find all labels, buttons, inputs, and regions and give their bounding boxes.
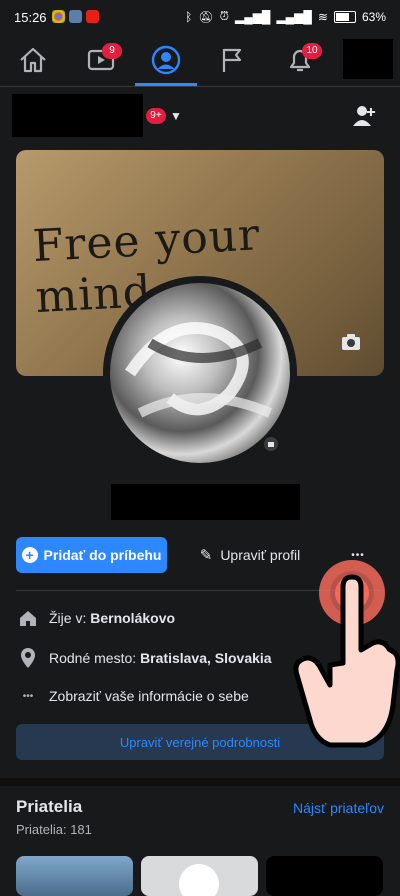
display-name-redacted: [111, 484, 300, 520]
wifi-icon: ≋: [317, 9, 328, 24]
battery-value: 63: [361, 9, 376, 24]
hometown-prefix: Rodné mesto:: [49, 650, 141, 666]
house-icon: [16, 606, 40, 630]
battery-percent: 63%: [361, 9, 386, 24]
signal-icon: ▂▄▆█: [234, 9, 271, 24]
signal-2-icon: ▂▄▆█: [276, 9, 312, 24]
profile-camera-icon[interactable]: [263, 436, 279, 452]
edit-public-details-label: Upraviť verejné podrobnosti: [119, 734, 281, 750]
youtube-app-icon: [86, 10, 99, 23]
location-pin-icon: [16, 646, 40, 670]
mute-icon: 🔕︎: [198, 9, 214, 24]
status-time: 15:26: [14, 10, 47, 25]
lives-prefix: Žije v:: [49, 610, 91, 626]
top-nav-bar: 9 10: [0, 34, 400, 87]
lives-value: Bernolákovo: [90, 610, 176, 626]
alarm-icon: ⏰︎: [219, 9, 229, 23]
profile-picture[interactable]: [103, 276, 297, 470]
default-avatar-icon: [179, 864, 219, 896]
camera-icon[interactable]: [341, 333, 361, 351]
status-icons: ᛒ 🔕︎ ⏰︎ ▂▄▆█ ▂▄▆█ ≋ 63%: [185, 9, 386, 24]
about-info-label: Zobraziť vaše informácie o sebe: [49, 688, 249, 704]
add-person-icon[interactable]: [352, 104, 378, 128]
add-to-story-button[interactable]: + Pridať do príbehu: [16, 537, 167, 573]
friend-thumbnail-redacted: [266, 856, 383, 896]
add-to-story-label: Pridať do príbehu: [43, 547, 162, 563]
status-bar: 15:26 ᛒ 🔕︎ ⏰︎ ▂▄▆█ ▂▄▆█ ≋ 63%: [0, 0, 400, 34]
video-tab[interactable]: 9: [84, 42, 122, 78]
menu-tab-redacted[interactable]: [343, 39, 393, 79]
friend-thumbnail[interactable]: [141, 856, 258, 896]
battery-icon: [333, 10, 356, 23]
notifications-badge: 10: [302, 43, 322, 59]
section-separator: [0, 778, 400, 786]
chevron-down-icon[interactable]: ▼: [170, 109, 182, 123]
pages-tab[interactable]: [214, 42, 250, 78]
chrome-app-icon: [52, 10, 65, 23]
find-friends-link[interactable]: Nájsť priateľov: [293, 800, 384, 816]
friend-thumbnail[interactable]: [16, 856, 133, 896]
bluetooth-icon: ᛒ: [185, 9, 193, 24]
active-tab-indicator: [135, 83, 197, 86]
home-icon: [20, 47, 46, 73]
home-tab[interactable]: [15, 42, 51, 78]
flag-icon: [222, 48, 242, 72]
hometown-value: Bratislava, Slovakia: [140, 650, 272, 666]
pencil-icon: ✎: [199, 547, 213, 564]
friends-title: Priatelia: [16, 797, 83, 816]
profile-name-redacted[interactable]: [12, 94, 143, 137]
account-switcher-badge: 9+: [146, 108, 166, 124]
profile-tab[interactable]: [148, 42, 184, 78]
video-badge: 9: [102, 43, 122, 59]
notifications-tab[interactable]: 10: [282, 42, 322, 78]
tap-hand-icon: [293, 560, 400, 748]
friends-count: Priatelia: 181: [16, 822, 92, 837]
plus-circle-icon: +: [21, 547, 38, 563]
more-dots-icon: •••: [22, 690, 34, 702]
settings-app-icon: [69, 10, 82, 23]
friend-thumbnail[interactable]: [266, 856, 383, 896]
profile-icon: [151, 45, 181, 75]
